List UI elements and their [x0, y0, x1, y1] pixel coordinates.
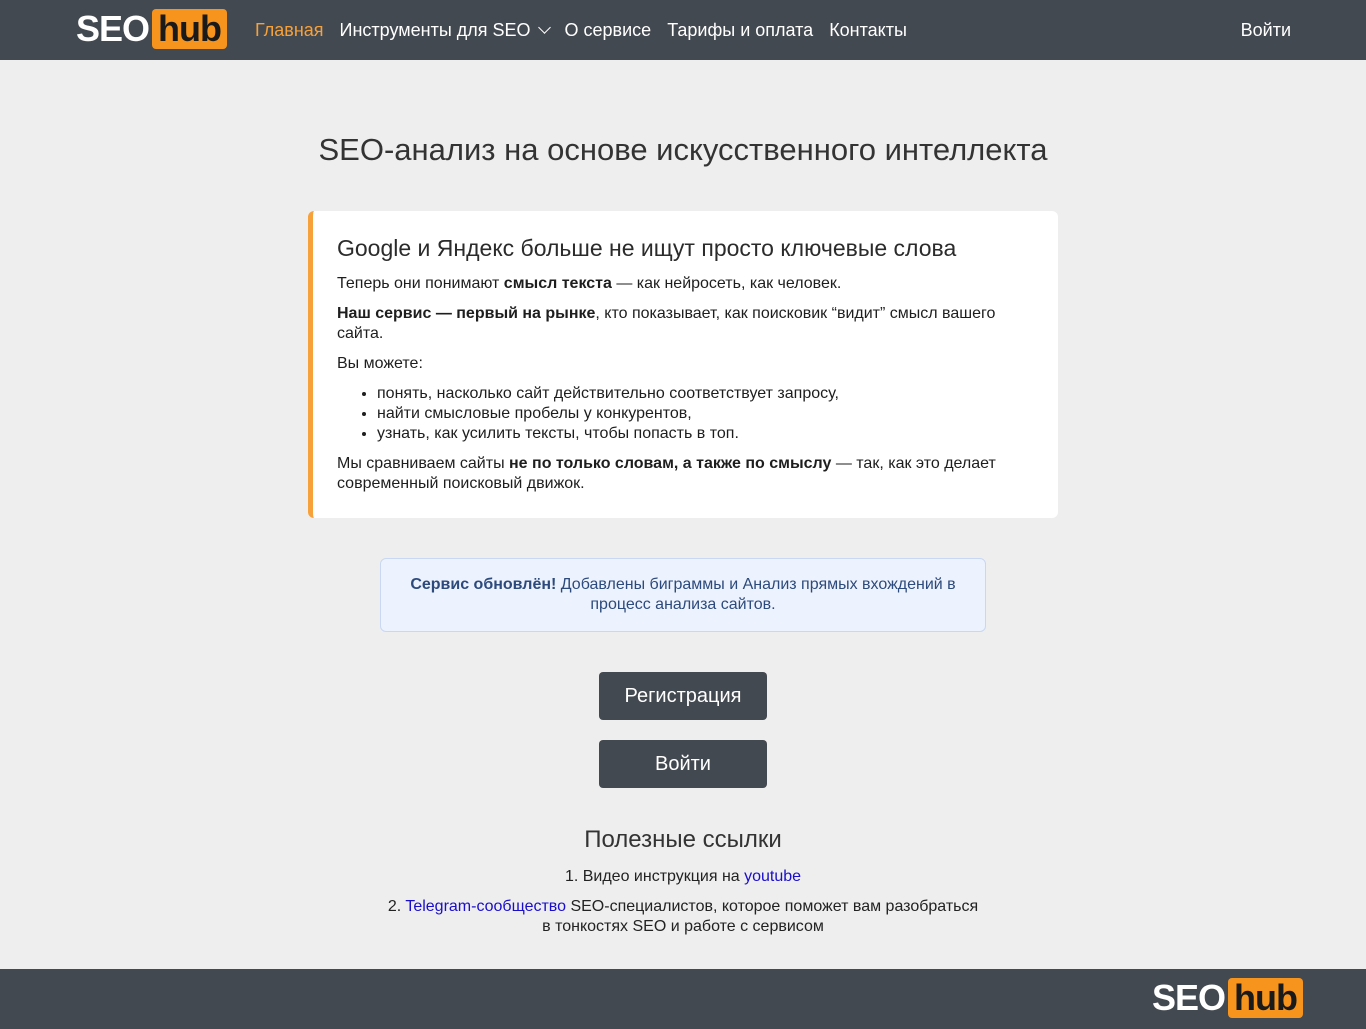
intro-p1-bold: смысл текста [503, 275, 612, 292]
logo-hub-text: hub [152, 9, 228, 49]
useful-links-title: Полезные ссылки [584, 826, 782, 853]
list-item: понять, насколько сайт действительно соо… [377, 384, 1034, 404]
login-button[interactable]: Войти [599, 740, 767, 788]
link-item-1-text: 1. Видео инструкция на [564, 868, 745, 885]
telegram-community-link[interactable]: Telegram-сообщество [405, 898, 566, 915]
youtube-link[interactable]: youtube [744, 868, 801, 885]
page-title: SEO-анализ на основе искусственного инте… [318, 132, 1048, 167]
header-login-link[interactable]: Войти [1241, 0, 1291, 60]
nav-item-home[interactable]: Главная [255, 20, 324, 41]
update-notice-text: Добавлены биграммы и Анализ прямых вхожд… [556, 576, 956, 613]
list-item: 2. Telegram-сообщество SEO-специалистов,… [383, 897, 983, 937]
list-item: 1. Видео инструкция на youtube [383, 867, 983, 887]
link-item-2-text: SEO-специалистов, которое поможет вам ра… [542, 898, 979, 935]
site-logo[interactable]: SEO hub [76, 8, 228, 49]
footer-logo[interactable]: SEO hub [1152, 977, 1304, 1018]
intro-p2-bold: Наш сервис — первый на рынке [337, 305, 596, 322]
list-item: найти смысловые пробелы у конкурентов, [377, 404, 1034, 424]
register-button[interactable]: Регистрация [599, 672, 767, 720]
intro-card-heading: Google и Яндекс больше не ищут просто кл… [337, 235, 957, 261]
intro-p1-text-end: — как нейросеть, как человек. [611, 275, 842, 292]
intro-paragraph-1: Теперь они понимают смысл текста — как н… [337, 274, 1034, 294]
intro-paragraph-3: Вы можете: [337, 355, 423, 372]
nav-item-seo-tools-label: Инструменты для SEO [339, 19, 531, 40]
intro-p4-text: Мы сравниваем сайты [337, 455, 510, 472]
list-item: узнать, как усилить тексты, чтобы попаст… [377, 424, 1034, 444]
logo-seo-text: SEO [76, 8, 150, 49]
update-notice: Сервис обновлён! Добавлены биграммы и Ан… [380, 558, 986, 632]
intro-paragraph-2: Наш сервис — первый на рынке, кто показы… [337, 304, 1034, 344]
nav-item-pricing[interactable]: Тарифы и оплата [667, 20, 813, 41]
benefits-list: понять, насколько сайт действительно соо… [377, 384, 1034, 444]
footer: SEO hub [0, 969, 1366, 1029]
intro-p4-bold: не по только словам, а также по смыслу [509, 455, 832, 472]
link-item-2-number: 2. [387, 898, 406, 915]
intro-paragraph-4: Мы сравниваем сайты не по только словам,… [337, 454, 1034, 494]
nav-item-contacts[interactable]: Контакты [829, 20, 907, 41]
main-nav: Главная Инструменты для SEO О сервисе Та… [255, 0, 923, 60]
footer-logo-hub-text: hub [1228, 978, 1304, 1018]
chevron-down-icon [537, 21, 551, 34]
useful-links-list: 1. Видео инструкция на youtube 2. Telegr… [383, 867, 983, 947]
nav-item-about[interactable]: О сервисе [565, 20, 652, 41]
intro-p1-text: Теперь они понимают [337, 275, 504, 292]
top-navbar: SEO hub Главная Инструменты для SEO О се… [0, 0, 1366, 60]
intro-card: Google и Яндекс больше не ищут просто кл… [308, 211, 1058, 518]
footer-logo-seo-text: SEO [1152, 977, 1226, 1018]
nav-item-seo-tools[interactable]: Инструменты для SEO [339, 19, 551, 41]
update-notice-bold: Сервис обновлён! [410, 576, 557, 593]
